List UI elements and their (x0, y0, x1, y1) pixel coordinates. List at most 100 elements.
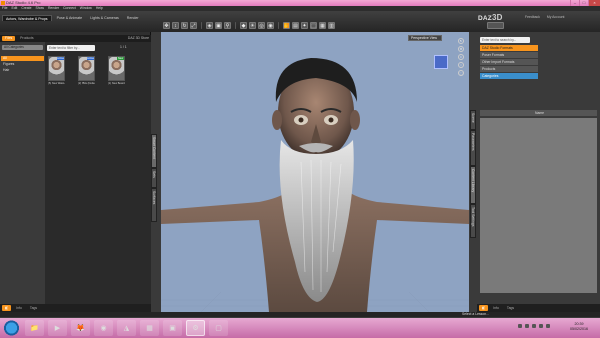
library-search-input[interactable]: Enter text to search by... (480, 37, 530, 43)
tab-info-toggle[interactable]: ◧ (2, 305, 12, 311)
translate-tool-icon[interactable]: ↕ (172, 22, 179, 29)
asset-thumbnail[interactable]: Active (5) New Waist-Sh (48, 56, 65, 86)
side-tab-sets[interactable]: Sets (151, 168, 157, 188)
network-icon[interactable] (546, 324, 550, 328)
room-tab-actors[interactable]: Actors, Wardrobe & Props (2, 15, 52, 21)
asset-preview-image: Active (78, 56, 95, 81)
tree-item[interactable]: Other Import Formats (480, 59, 538, 66)
lesson-dropdown[interactable]: Select a Lesson... (462, 312, 489, 317)
scale-tool-icon[interactable]: ⤢ (190, 22, 197, 29)
asset-thumbnail[interactable]: New (1) New Beard-Sh (108, 56, 125, 86)
tab-files[interactable]: Files (2, 36, 16, 41)
clock[interactable]: 20:39 05/02/2016 (570, 322, 588, 332)
library-asset-view (480, 118, 597, 293)
viewport-render (161, 58, 469, 312)
side-tab-tool-settings[interactable]: Tool Settings (470, 204, 476, 238)
room-tab-lights[interactable]: Lights & Cameras (87, 15, 122, 21)
active-badge: Active (87, 57, 95, 60)
firefox-icon[interactable]: 🦊 (71, 320, 90, 336)
volume-icon[interactable] (539, 324, 543, 328)
rotate-tool-icon[interactable]: ↻ (181, 22, 188, 29)
dolly-icon[interactable]: ↕ (458, 62, 464, 68)
tab-tags[interactable]: Tags (504, 305, 517, 311)
side-tab-scene[interactable]: Scene (470, 110, 476, 130)
tab-tags[interactable]: Tags (27, 305, 40, 311)
active-pose-tool-icon[interactable]: ✋ (283, 22, 290, 29)
toolbar-divider (278, 22, 279, 29)
region-nav-icon[interactable]: ▤ (292, 22, 299, 29)
geometry-editor-icon[interactable]: ◆ (240, 22, 247, 29)
joint-editor-icon[interactable]: ⚲ (224, 22, 231, 29)
daz-store-link[interactable]: DAZ 3D Store (128, 36, 149, 41)
chrome-icon[interactable]: ◉ (94, 320, 113, 336)
app-icon (1, 1, 5, 5)
library-bottom-tabs: ◧ Info Tags (477, 304, 600, 312)
tray-icon[interactable] (532, 324, 536, 328)
feedback-link[interactable]: Feedback (525, 15, 540, 19)
store-button[interactable] (487, 22, 504, 29)
library-table-header: Name (480, 110, 597, 116)
node-select-icon[interactable]: ◈ (206, 22, 213, 29)
toolbar-divider (201, 22, 202, 29)
media-player-icon[interactable]: ▶ (48, 320, 67, 336)
room-tab-pose[interactable]: Pose & Animate (54, 15, 86, 21)
zoom-icon[interactable]: ± (458, 54, 464, 60)
status-bar (0, 312, 600, 317)
category-dropdown[interactable]: All Categories (2, 45, 43, 50)
room-tab-render[interactable]: Render (124, 15, 142, 21)
tree-item[interactable]: Products (480, 66, 538, 73)
category-item-figures[interactable]: Figures (1, 62, 44, 67)
app-icon[interactable]: ▦ (140, 320, 159, 336)
tree-item[interactable]: DAZ Studio Formats (480, 45, 538, 52)
tree-item[interactable]: Poser Formats (480, 52, 538, 59)
page-indicator: 1 / 1 (120, 45, 127, 49)
library-tree: DAZ Studio Formats Poser Formats Other I… (480, 45, 538, 80)
terminal-icon[interactable]: ▣ (163, 320, 182, 336)
asset-preview-image: Active (48, 56, 65, 81)
pan-icon[interactable]: ✥ (458, 46, 464, 52)
3d-viewport[interactable] (161, 32, 469, 312)
active-badge: Active (57, 57, 65, 60)
content-search-input[interactable]: Enter text to filter by... (47, 45, 95, 51)
camera-icon[interactable]: ◉ (267, 22, 274, 29)
tree-item[interactable]: Categories (480, 73, 538, 80)
tab-info[interactable]: Info (490, 305, 502, 311)
explorer-icon[interactable]: 📁 (25, 320, 44, 336)
asset-caption: (2) !Bits (Default) Bar (78, 82, 95, 85)
side-tab-parameters[interactable]: Parameters (470, 130, 476, 166)
tab-products[interactable]: Products (17, 36, 36, 41)
daz-studio-task-icon[interactable]: ⚙ (186, 320, 205, 336)
taskbar-icons: 📁 ▶ 🦊 ◉ ◮ ▦ ▣ ⚙ ▢ (2, 320, 228, 336)
spot-render-icon[interactable]: ☀ (249, 22, 256, 29)
frame-view-icon[interactable]: ⬚ (458, 70, 464, 76)
account-links: Feedback My Account (525, 15, 564, 19)
generic-app-icon[interactable]: ▢ (209, 320, 228, 336)
vlc-icon[interactable]: ◮ (117, 320, 136, 336)
category-item-all[interactable]: All (1, 56, 44, 61)
universal-tool-icon[interactable]: ✥ (163, 22, 170, 29)
tray-icon[interactable] (525, 324, 529, 328)
name-column-header[interactable]: Name (535, 110, 544, 116)
category-item-hair[interactable]: Hair (1, 68, 44, 73)
category-sidebar: All Categories All Figures Hair (0, 42, 45, 304)
frame-icon[interactable]: ⬚ (310, 22, 317, 29)
asset-thumbnail[interactable]: Active (2) !Bits (Default) Bar (78, 56, 95, 86)
orbit-icon[interactable]: ↻ (458, 38, 464, 44)
render-icon[interactable]: ◎ (258, 22, 265, 29)
side-tab-content-library[interactable]: Content Library (470, 166, 476, 204)
view-cube[interactable] (434, 55, 448, 69)
tray-icon[interactable] (518, 324, 522, 328)
lock-icon[interactable]: ▦ (319, 22, 326, 29)
side-tab-smart-content[interactable]: Smart Content (151, 134, 157, 168)
asset-caption: (1) New Beard-Sh (108, 82, 125, 85)
perspective-view-dropdown[interactable]: Perspective View (408, 35, 442, 41)
grid-icon[interactable]: ▥ (328, 22, 335, 29)
start-button-icon[interactable] (2, 320, 21, 336)
library-info-toggle[interactable]: ◧ (479, 305, 489, 311)
tab-info[interactable]: Info (13, 305, 25, 311)
side-tab-surfaces[interactable]: Surfaces (151, 188, 157, 222)
asset-preview-image: New (108, 56, 125, 81)
account-link[interactable]: My Account (547, 15, 565, 19)
move-camera-icon[interactable]: ✦ (301, 22, 308, 29)
surface-select-icon[interactable]: ▣ (215, 22, 222, 29)
